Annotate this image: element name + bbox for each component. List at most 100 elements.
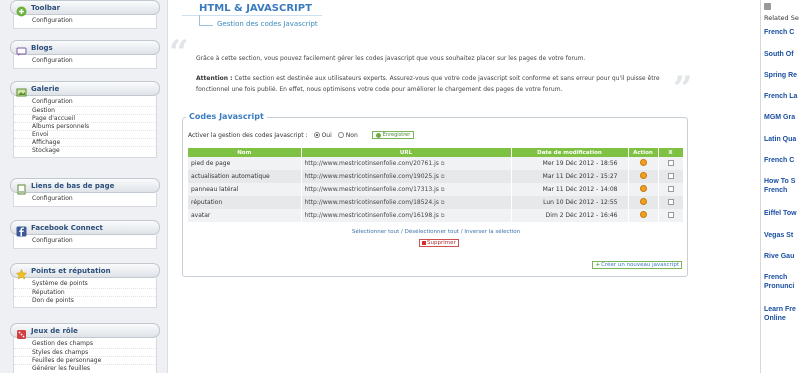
panel-points-header[interactable]: Points et réputation [10,263,160,280]
panel-footer-links-header[interactable]: Liens de bas de page [10,178,160,195]
row-checkbox[interactable] [667,185,674,192]
row-url-text[interactable]: http://www.mestricotinsenfolie.com/17313… [305,186,439,193]
edit-icon[interactable] [639,198,647,205]
sidebar-link-generer[interactable]: Générer les feuilles [14,364,156,372]
sidebar-link-albums[interactable]: Albums personnels [14,122,156,130]
radio-non-label[interactable]: Non [346,132,358,139]
external-link-icon[interactable]: ⧉ [441,174,445,180]
external-link-icon[interactable]: ⧉ [441,187,445,193]
javascript-table: Nom URL Date de modification Action X pi… [188,148,684,222]
row-action [628,157,659,170]
panel-toolbar-header[interactable]: Toolbar [10,0,160,17]
edit-icon[interactable] [639,159,647,166]
panel-title: Galerie [31,84,60,93]
ad-link[interactable]: South Of [764,50,799,59]
edit-icon[interactable] [639,211,647,218]
col-x: X [658,148,684,157]
panel-blogs-header[interactable]: Blogs [10,40,160,56]
panel-galerie-header[interactable]: Galerie [10,81,160,97]
sidebar-link-configuration[interactable]: Configuration [14,17,156,25]
table-row: pied de page http://www.mestricotinsenfo… [188,157,684,170]
sidebar-link-reputation[interactable]: Réputation [14,288,156,296]
delete-button[interactable]: Supprimer [419,239,459,247]
invert-selection-link[interactable]: Inverser la sélection [464,229,520,235]
row-url[interactable]: http://www.mestricotinsenfolie.com/17313… [301,183,512,196]
sidebar-link-styles[interactable]: Styles des champs [14,348,156,356]
panel-body: Configuration [13,15,157,29]
external-link-icon[interactable]: ⧉ [441,161,445,167]
sidebar-link-champs[interactable]: Gestion des champs [14,340,156,348]
sidebar-link-configuration[interactable]: Configuration [14,57,156,65]
ad-link[interactable]: Spring Re [764,71,799,80]
row-url-text[interactable]: http://www.mestricotinsenfolie.com/16198… [305,212,439,219]
new-javascript-button[interactable]: + Créer un nouveau javascript [592,261,682,269]
ad-link[interactable]: Vegas St [764,231,799,240]
sidebar-link-configuration[interactable]: Configuration [14,98,156,106]
ad-link[interactable]: How To S French [764,177,799,195]
ad-link[interactable]: Latin Qua [764,135,799,144]
row-url-text[interactable]: http://www.mestricotinsenfolie.com/19025… [305,173,439,180]
radio-non[interactable] [337,132,344,138]
row-url[interactable]: http://www.mestricotinsenfolie.com/19025… [301,170,512,183]
panel-body: Système de points Réputation Don de poin… [13,278,157,308]
panel-body: Configuration [13,55,157,69]
panel-roleplay-header[interactable]: Jeux de rôle [10,323,160,339]
ad-link[interactable]: Rive Gau [764,252,799,261]
ad-link[interactable]: French La [764,92,799,101]
col-url: URL [301,148,512,157]
sidebar-link-don-points[interactable]: Don de points [14,296,156,304]
row-url-text[interactable]: http://www.mestricotinsenfolie.com/20761… [305,160,439,167]
row-url[interactable]: http://www.mestricotinsenfolie.com/18524… [301,196,512,209]
facebook-icon [16,222,27,237]
sidebar-link-configuration[interactable]: Configuration [14,195,156,203]
row-url-text[interactable]: http://www.mestricotinsenfolie.com/18524… [305,199,439,206]
save-button[interactable]: Enregistrer [371,131,415,139]
table-row: panneau latéral http://www.mestricotinse… [188,183,684,196]
row-select [658,196,684,209]
radio-oui-label[interactable]: Oui [322,132,332,139]
sidebar-link-gestion[interactable]: Gestion [14,106,156,114]
subtitle-connector [199,15,213,26]
ad-link[interactable]: French Pronunci [764,273,799,291]
sidebar-link-points-system[interactable]: Système de points [14,280,156,288]
deselect-all-link[interactable]: Désélectionner tout [405,229,459,235]
page-subtitle: Gestion des codes Javascript [217,20,318,28]
external-link-icon[interactable]: ⧉ [441,200,445,206]
row-url[interactable]: http://www.mestricotinsenfolie.com/20761… [301,157,512,170]
open-quote-icon: “ [169,33,189,73]
ad-info-icon[interactable] [764,3,771,10]
sidebar-link-feuilles[interactable]: Feuilles de personnage [14,356,156,364]
ad-link[interactable]: French C [764,156,799,165]
external-link-icon[interactable]: ⧉ [441,213,445,219]
ad-link[interactable]: French C [764,28,799,37]
row-checkbox[interactable] [667,198,674,205]
edit-icon[interactable] [639,185,647,192]
radio-oui[interactable] [313,132,320,138]
sidebar-link-envoi[interactable]: Envoi [14,130,156,138]
edit-icon[interactable] [639,172,647,179]
sidebar-link-page-accueil[interactable]: Page d'accueil [14,114,156,122]
dice-icon [16,325,27,339]
panel-facebook-header[interactable]: Facebook Connect [10,220,160,237]
row-checkbox[interactable] [667,172,674,179]
sidebar-link-configuration[interactable]: Configuration [14,237,156,245]
gallery-icon [16,83,27,97]
select-all-link[interactable]: Sélectionner tout [352,229,399,235]
sidebar-link-stockage[interactable]: Stockage [14,146,156,154]
row-checkbox[interactable] [667,211,674,218]
sidebar-link-affichage[interactable]: Affichage [14,138,156,146]
panel-title: Liens de bas de page [31,181,115,190]
col-nom: Nom [188,148,302,157]
javascript-fieldset: Codes Javascript Activer la gestion des … [182,112,688,277]
ad-link[interactable]: Eiffel Tow [764,209,799,218]
js-toggle-row: Activer la gestion des codes Javascript … [188,131,415,139]
table-row: avatar http://www.mestricotinsenfolie.co… [188,209,684,222]
intro-text: Grâce à cette section, vous pouvez facil… [196,55,586,62]
row-checkbox[interactable] [667,159,674,166]
row-url[interactable]: http://www.mestricotinsenfolie.com/16198… [301,209,512,222]
row-select [658,170,684,183]
ad-link[interactable]: MGM Gra [764,113,799,122]
main-content: HTML & JAVASCRIPT Gestion des codes Java… [168,0,760,373]
row-date: Lun 10 Déc 2012 - 12:55 [511,196,629,209]
ad-link[interactable]: Learn Fre Online [764,305,799,323]
